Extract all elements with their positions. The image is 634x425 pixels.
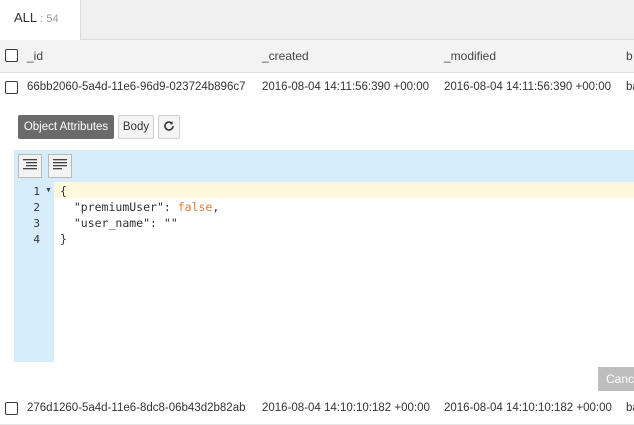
body-tab[interactable]: Body <box>118 115 154 139</box>
column-header-extra[interactable]: b <box>626 49 633 63</box>
tab-all-label: ALL : 54 <box>14 10 59 25</box>
table-row[interactable]: 66bb2060-5a4d-11e6-96d9-023724b896c7 201… <box>0 73 634 104</box>
line-number: 3 <box>33 217 40 230</box>
cancel-button[interactable]: Canc <box>598 367 634 391</box>
line-number: 2 <box>33 201 40 214</box>
format-indent-button[interactable] <box>18 154 42 178</box>
tab-all-count: : 54 <box>40 13 59 25</box>
editor-gutter: 1 ▼ 2 3 4 <box>14 182 54 362</box>
editor-toolbar <box>14 150 634 182</box>
json-editor[interactable]: 1 ▼ 2 3 4 { "premiumUser": false, "user_… <box>14 150 634 362</box>
row-id: 66bb2060-5a4d-11e6-96d9-023724b896c7 <box>27 81 246 93</box>
object-attributes-tab[interactable]: Object Attributes <box>18 115 114 139</box>
row-created: 2016-08-04 14:11:56:390 +00:00 <box>262 81 430 93</box>
code-line-2: "premiumUser": false, <box>73 200 220 214</box>
select-all-checkbox[interactable] <box>5 49 18 62</box>
active-line-highlight <box>54 182 634 198</box>
code-line-3: "user_name": "" <box>73 216 178 230</box>
row-detail-panel: Object Attributes Body 1 ▼ 2 3 4 {"prem… <box>0 103 634 393</box>
tab-strip: ALL : 54 <box>0 0 634 40</box>
json-value: false <box>177 200 213 214</box>
row-extra: ba <box>626 402 634 414</box>
table-row[interactable]: 276d1260-5a4d-11e6-8dc8-06b43d2b82ab 201… <box>0 394 634 425</box>
refresh-button[interactable] <box>158 115 180 139</box>
column-header-created[interactable]: _created <box>262 49 309 63</box>
refresh-icon <box>163 120 175 135</box>
row-created: 2016-08-04 14:10:10:182 +00:00 <box>262 402 430 414</box>
row-modified: 2016-08-04 14:10:10:182 +00:00 <box>444 402 612 414</box>
format-compact-button[interactable] <box>48 154 72 178</box>
fold-arrow-icon[interactable]: ▼ <box>45 187 52 194</box>
format-compact-icon <box>53 157 67 175</box>
json-key: "user_name" <box>73 216 151 230</box>
json-value: "" <box>163 216 178 230</box>
table-header: _id _created _modified b <box>0 40 634 73</box>
format-indent-icon <box>23 157 37 175</box>
row-checkbox[interactable] <box>5 81 18 94</box>
column-header-modified[interactable]: _modified <box>444 49 496 63</box>
row-extra: ba <box>626 81 634 93</box>
code-line-1: { <box>60 184 67 198</box>
column-header-id[interactable]: _id <box>27 49 43 63</box>
row-id: 276d1260-5a4d-11e6-8dc8-06b43d2b82ab <box>27 402 246 414</box>
json-key: "premiumUser" <box>73 200 164 214</box>
line-number: 1 <box>33 185 40 198</box>
row-modified: 2016-08-04 14:11:56:390 +00:00 <box>444 81 612 93</box>
row-checkbox[interactable] <box>5 402 18 415</box>
code-line-4: } <box>60 232 67 246</box>
tab-all[interactable]: ALL : 54 <box>0 0 81 40</box>
line-number: 4 <box>33 233 40 246</box>
